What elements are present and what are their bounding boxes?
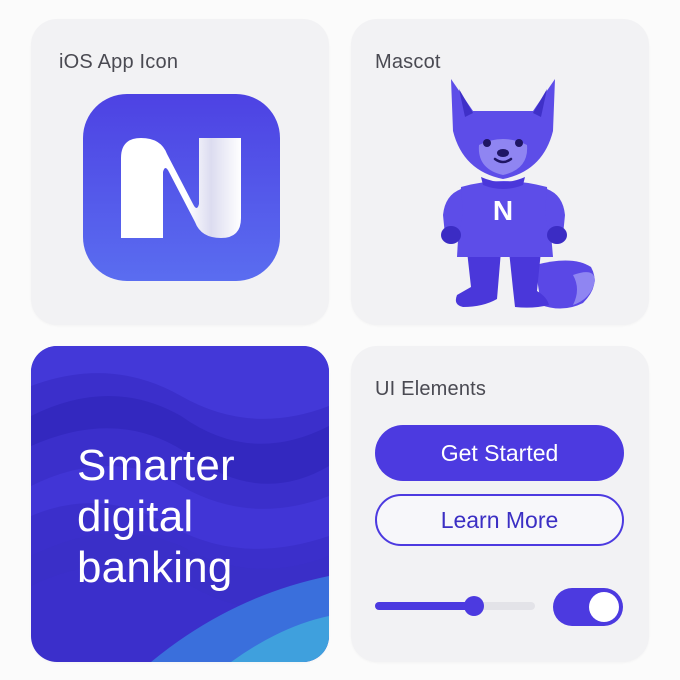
hero-headline: Smarter digital banking — [77, 441, 235, 592]
mascot-card-title: Mascot — [375, 51, 441, 73]
toggle-knob — [589, 592, 619, 622]
slider-thumb[interactable] — [464, 596, 484, 616]
toggle-switch[interactable] — [553, 588, 623, 626]
ui-elements-card-title: UI Elements — [375, 378, 487, 400]
brand-board: iOS App Icon Mascot N Smarter digital ba… — [0, 0, 680, 680]
slider-fill — [375, 602, 474, 610]
learn-more-button[interactable]: Learn More — [375, 494, 624, 546]
app-icon-card-title: iOS App Icon — [59, 51, 179, 73]
fox-mascot-icon: N — [423, 75, 623, 315]
mascot-shirt-letter: N — [493, 195, 513, 226]
hero-card: Smarter digital banking — [31, 346, 329, 662]
n-logo-icon — [83, 94, 280, 281]
get-started-button[interactable]: Get Started — [375, 425, 624, 481]
ui-elements-card: UI Elements Get Started Learn More — [351, 346, 649, 662]
slider[interactable] — [375, 596, 535, 616]
app-icon-card: iOS App Icon — [31, 19, 329, 325]
mascot-card: Mascot N — [351, 19, 649, 325]
